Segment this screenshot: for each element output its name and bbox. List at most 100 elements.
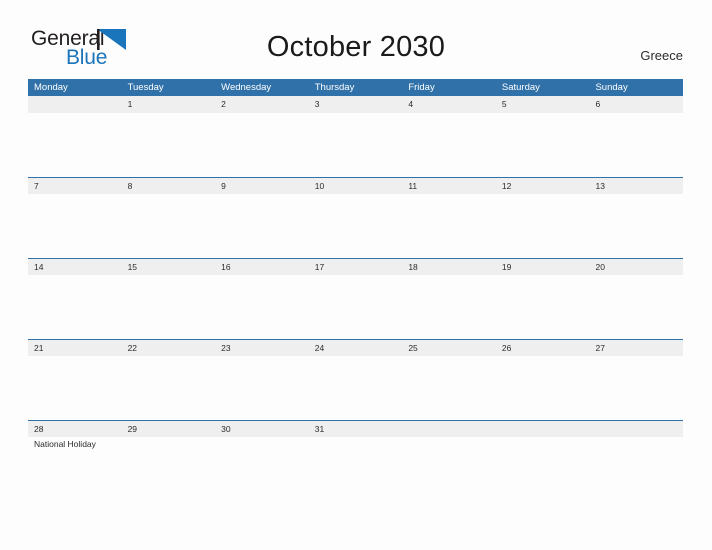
day-number-cell[interactable] xyxy=(402,421,496,437)
day-number-cell[interactable]: 25 xyxy=(402,340,496,356)
day-content-cell[interactable] xyxy=(402,275,496,339)
calendar-grid: Monday Tuesday Wednesday Thursday Friday Satu… xyxy=(28,79,683,501)
week-date-band: 28 29 30 31 xyxy=(28,420,683,437)
weekday-header-friday: Friday xyxy=(408,82,435,93)
weekday-header-saturday: Saturday xyxy=(501,82,540,93)
week-date-band: 21 22 23 24 25 26 27 xyxy=(28,339,683,356)
day-content-cell[interactable] xyxy=(215,275,309,339)
weekday-header-row: Monday Tuesday Wednesday Thursday Friday Satu… xyxy=(28,79,683,96)
week-body-band xyxy=(28,194,683,258)
day-content-cell[interactable] xyxy=(122,113,216,177)
day-number-cell[interactable]: 29 xyxy=(122,421,216,437)
week-date-band: 123456 xyxy=(28,96,683,113)
calendar-week-row: 28 29 30 31 National Holiday xyxy=(28,420,683,501)
page-header: General Blue October 2030 Greece xyxy=(0,0,712,76)
day-number-cell[interactable]: 18 xyxy=(402,259,496,275)
calendar-weeks: 1 2 3 4 5 6 7 8 9 10 11 12 13 14 15 16 17 18 19 20 21 22 23 24 2… xyxy=(28,96,683,501)
day-content-cell[interactable] xyxy=(402,356,496,420)
day-number-cell[interactable]: 24 xyxy=(309,340,403,356)
day-content-cell[interactable] xyxy=(309,275,403,339)
day-content-cell[interactable] xyxy=(402,113,496,177)
week-body-band xyxy=(28,275,683,339)
day-content-cell[interactable] xyxy=(496,437,590,501)
day-content-cell[interactable] xyxy=(496,275,590,339)
weekday-header-wednesday: Wednesday xyxy=(221,82,272,93)
day-number-cell[interactable]: 9 xyxy=(215,178,309,194)
day-number-cell[interactable] xyxy=(28,96,122,113)
day-number-cell[interactable]: 26 xyxy=(496,340,590,356)
day-content-cell[interactable] xyxy=(122,437,216,501)
weekday-header-tuesday: Tuesday xyxy=(127,82,164,93)
day-number-cell[interactable]: 14 xyxy=(28,259,122,275)
holiday-event-label: National Holiday xyxy=(34,439,96,449)
day-number-cell[interactable]: 8 xyxy=(122,178,216,194)
day-content-cell[interactable] xyxy=(309,194,403,258)
day-content-cell[interactable]: National Holiday xyxy=(28,437,122,501)
day-content-cell[interactable] xyxy=(402,437,496,501)
day-content-cell[interactable] xyxy=(28,356,122,420)
week-body-band xyxy=(28,356,683,420)
day-content-cell[interactable] xyxy=(122,194,216,258)
day-number-cell[interactable]: 11 xyxy=(402,178,496,194)
day-content-cell[interactable] xyxy=(28,194,122,258)
day-number-cell[interactable]: 7 xyxy=(28,178,122,194)
week-body-band xyxy=(28,113,683,177)
day-number-cell[interactable]: 19 xyxy=(496,259,590,275)
day-content-cell[interactable] xyxy=(309,113,403,177)
weekday-header-sunday: Sunday xyxy=(595,82,628,93)
day-number-cell[interactable]: 21 xyxy=(28,340,122,356)
calendar-week-row: 14 15 16 17 18 19 20 xyxy=(28,258,683,339)
day-number-cell[interactable]: 4 xyxy=(402,96,496,113)
day-content-cell[interactable] xyxy=(589,113,683,177)
day-number-cell[interactable]: 2 xyxy=(215,96,309,113)
day-number-cell[interactable]: 22 xyxy=(122,340,216,356)
day-content-cell[interactable] xyxy=(496,356,590,420)
week-date-band: 7 8 9 10 11 12 13 xyxy=(28,177,683,194)
page-title: October 2030 xyxy=(266,31,446,63)
weekday-header-monday: Monday xyxy=(34,82,68,93)
day-content-cell[interactable] xyxy=(496,194,590,258)
day-content-cell[interactable] xyxy=(215,437,309,501)
day-content-cell[interactable] xyxy=(122,275,216,339)
day-content-cell[interactable] xyxy=(28,113,122,177)
day-number-cell[interactable]: 10 xyxy=(309,178,403,194)
day-number-cell[interactable] xyxy=(589,421,683,437)
day-number-cell[interactable]: 20 xyxy=(589,259,683,275)
day-content-cell[interactable] xyxy=(589,437,683,501)
calendar-page: General Blue October 2030 Greece Monday T… xyxy=(0,0,712,550)
country-label: Greece xyxy=(640,48,683,63)
day-number-cell[interactable]: 1 xyxy=(122,96,216,113)
weekday-header-thursday: Thursday xyxy=(314,82,355,93)
day-content-cell[interactable] xyxy=(215,356,309,420)
day-number-cell[interactable]: 27 xyxy=(589,340,683,356)
day-content-cell[interactable] xyxy=(589,194,683,258)
day-number-cell[interactable]: 13 xyxy=(589,178,683,194)
day-number-cell[interactable]: 16 xyxy=(215,259,309,275)
day-number-cell[interactable]: 3 xyxy=(309,96,403,113)
day-content-cell[interactable] xyxy=(309,356,403,420)
day-number-cell[interactable]: 5 xyxy=(496,96,590,113)
day-number-cell[interactable]: 17 xyxy=(309,259,403,275)
day-content-cell[interactable] xyxy=(215,194,309,258)
calendar-week-row: 21 22 23 24 25 26 27 xyxy=(28,339,683,420)
day-number-cell[interactable]: 28 xyxy=(28,421,122,437)
day-content-cell[interactable] xyxy=(589,356,683,420)
day-number-cell[interactable]: 15 xyxy=(122,259,216,275)
day-number-cell[interactable]: 23 xyxy=(215,340,309,356)
calendar-week-row: 7 8 9 10 11 12 13 xyxy=(28,177,683,258)
day-number-cell[interactable]: 12 xyxy=(496,178,590,194)
day-content-cell[interactable] xyxy=(28,275,122,339)
day-content-cell[interactable] xyxy=(589,275,683,339)
calendar-week-row: 123456 xyxy=(28,96,683,177)
day-number-cell[interactable]: 30 xyxy=(215,421,309,437)
day-number-cell[interactable] xyxy=(496,421,590,437)
day-content-cell[interactable] xyxy=(215,113,309,177)
day-number-cell[interactable]: 31 xyxy=(309,421,403,437)
day-content-cell[interactable] xyxy=(402,194,496,258)
day-content-cell[interactable] xyxy=(122,356,216,420)
day-content-cell[interactable] xyxy=(309,437,403,501)
week-body-band: National Holiday xyxy=(28,437,683,501)
week-date-band: 14 15 16 17 18 19 20 xyxy=(28,258,683,275)
day-content-cell[interactable] xyxy=(496,113,590,177)
day-number-cell[interactable]: 6 xyxy=(589,96,683,113)
